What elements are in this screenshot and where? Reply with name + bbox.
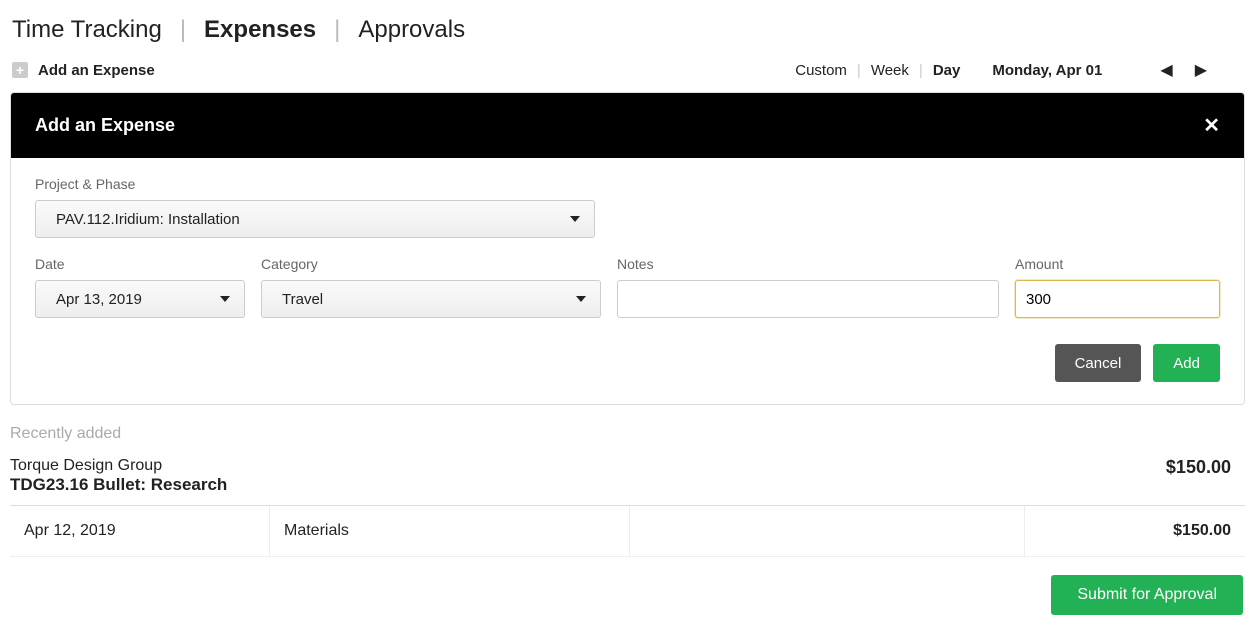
modal-title: Add an Expense bbox=[35, 115, 175, 136]
toolbar-right: Custom | Week | Day Monday, Apr 01 ◀ ▶ bbox=[795, 60, 1241, 80]
category-select-value: Travel bbox=[282, 291, 323, 308]
row-notes bbox=[630, 506, 1025, 556]
current-date-label: Monday, Apr 01 bbox=[992, 62, 1102, 79]
recent-company: Torque Design Group bbox=[10, 457, 227, 475]
row-category: Materials bbox=[270, 506, 630, 556]
amount-input[interactable] bbox=[1015, 280, 1220, 318]
recent-project: TDG23.16 Bullet: Research bbox=[10, 475, 227, 495]
cancel-button[interactable]: Cancel bbox=[1055, 344, 1142, 382]
top-nav-tabs: Time Tracking | Expenses | Approvals bbox=[10, 10, 1245, 54]
submit-for-approval-button[interactable]: Submit for Approval bbox=[1051, 575, 1243, 615]
recently-added-title: Recently added bbox=[10, 425, 1245, 443]
date-select[interactable]: Apr 13, 2019 bbox=[35, 280, 245, 318]
modal-body: Project & Phase PAV.112.Iridium: Install… bbox=[11, 158, 1244, 404]
range-custom[interactable]: Custom bbox=[795, 62, 847, 79]
add-expense-label: Add an Expense bbox=[38, 62, 155, 79]
chevron-down-icon bbox=[570, 216, 580, 222]
notes-label: Notes bbox=[617, 256, 999, 272]
category-select[interactable]: Travel bbox=[261, 280, 601, 318]
divider: | bbox=[334, 16, 340, 44]
date-label: Date bbox=[35, 256, 245, 272]
chevron-down-icon bbox=[576, 296, 586, 302]
tab-time-tracking[interactable]: Time Tracking bbox=[12, 16, 162, 44]
table-row[interactable]: Apr 12, 2019 Materials $150.00 bbox=[10, 506, 1245, 557]
prev-arrow-icon[interactable]: ◀ bbox=[1156, 60, 1176, 80]
divider: | bbox=[919, 62, 923, 79]
tab-approvals[interactable]: Approvals bbox=[358, 16, 465, 44]
category-label: Category bbox=[261, 256, 601, 272]
plus-icon: + bbox=[12, 62, 28, 78]
chevron-down-icon bbox=[220, 296, 230, 302]
row-amount: $150.00 bbox=[1025, 506, 1245, 556]
project-select-value: PAV.112.Iridium: Installation bbox=[56, 211, 240, 228]
modal-header: Add an Expense ✕ bbox=[11, 93, 1244, 158]
recent-group-header: Torque Design Group TDG23.16 Bullet: Res… bbox=[10, 453, 1245, 506]
toolbar: + Add an Expense Custom | Week | Day Mon… bbox=[10, 54, 1245, 92]
divider: | bbox=[180, 16, 186, 44]
row-date: Apr 12, 2019 bbox=[10, 506, 270, 556]
project-label: Project & Phase bbox=[35, 176, 1220, 192]
recent-total: $150.00 bbox=[1166, 457, 1231, 478]
add-expense-modal: Add an Expense ✕ Project & Phase PAV.112… bbox=[10, 92, 1245, 405]
notes-input[interactable] bbox=[617, 280, 999, 318]
range-day[interactable]: Day bbox=[933, 62, 961, 79]
range-week[interactable]: Week bbox=[871, 62, 909, 79]
tab-expenses[interactable]: Expenses bbox=[204, 16, 316, 44]
add-button[interactable]: Add bbox=[1153, 344, 1220, 382]
range-group: Custom | Week | Day bbox=[795, 62, 960, 79]
divider: | bbox=[857, 62, 861, 79]
date-select-value: Apr 13, 2019 bbox=[56, 291, 142, 308]
amount-label: Amount bbox=[1015, 256, 1220, 272]
next-arrow-icon[interactable]: ▶ bbox=[1191, 60, 1211, 80]
add-expense-link[interactable]: + Add an Expense bbox=[12, 62, 155, 79]
close-icon[interactable]: ✕ bbox=[1203, 113, 1220, 138]
project-select[interactable]: PAV.112.Iridium: Installation bbox=[35, 200, 595, 238]
